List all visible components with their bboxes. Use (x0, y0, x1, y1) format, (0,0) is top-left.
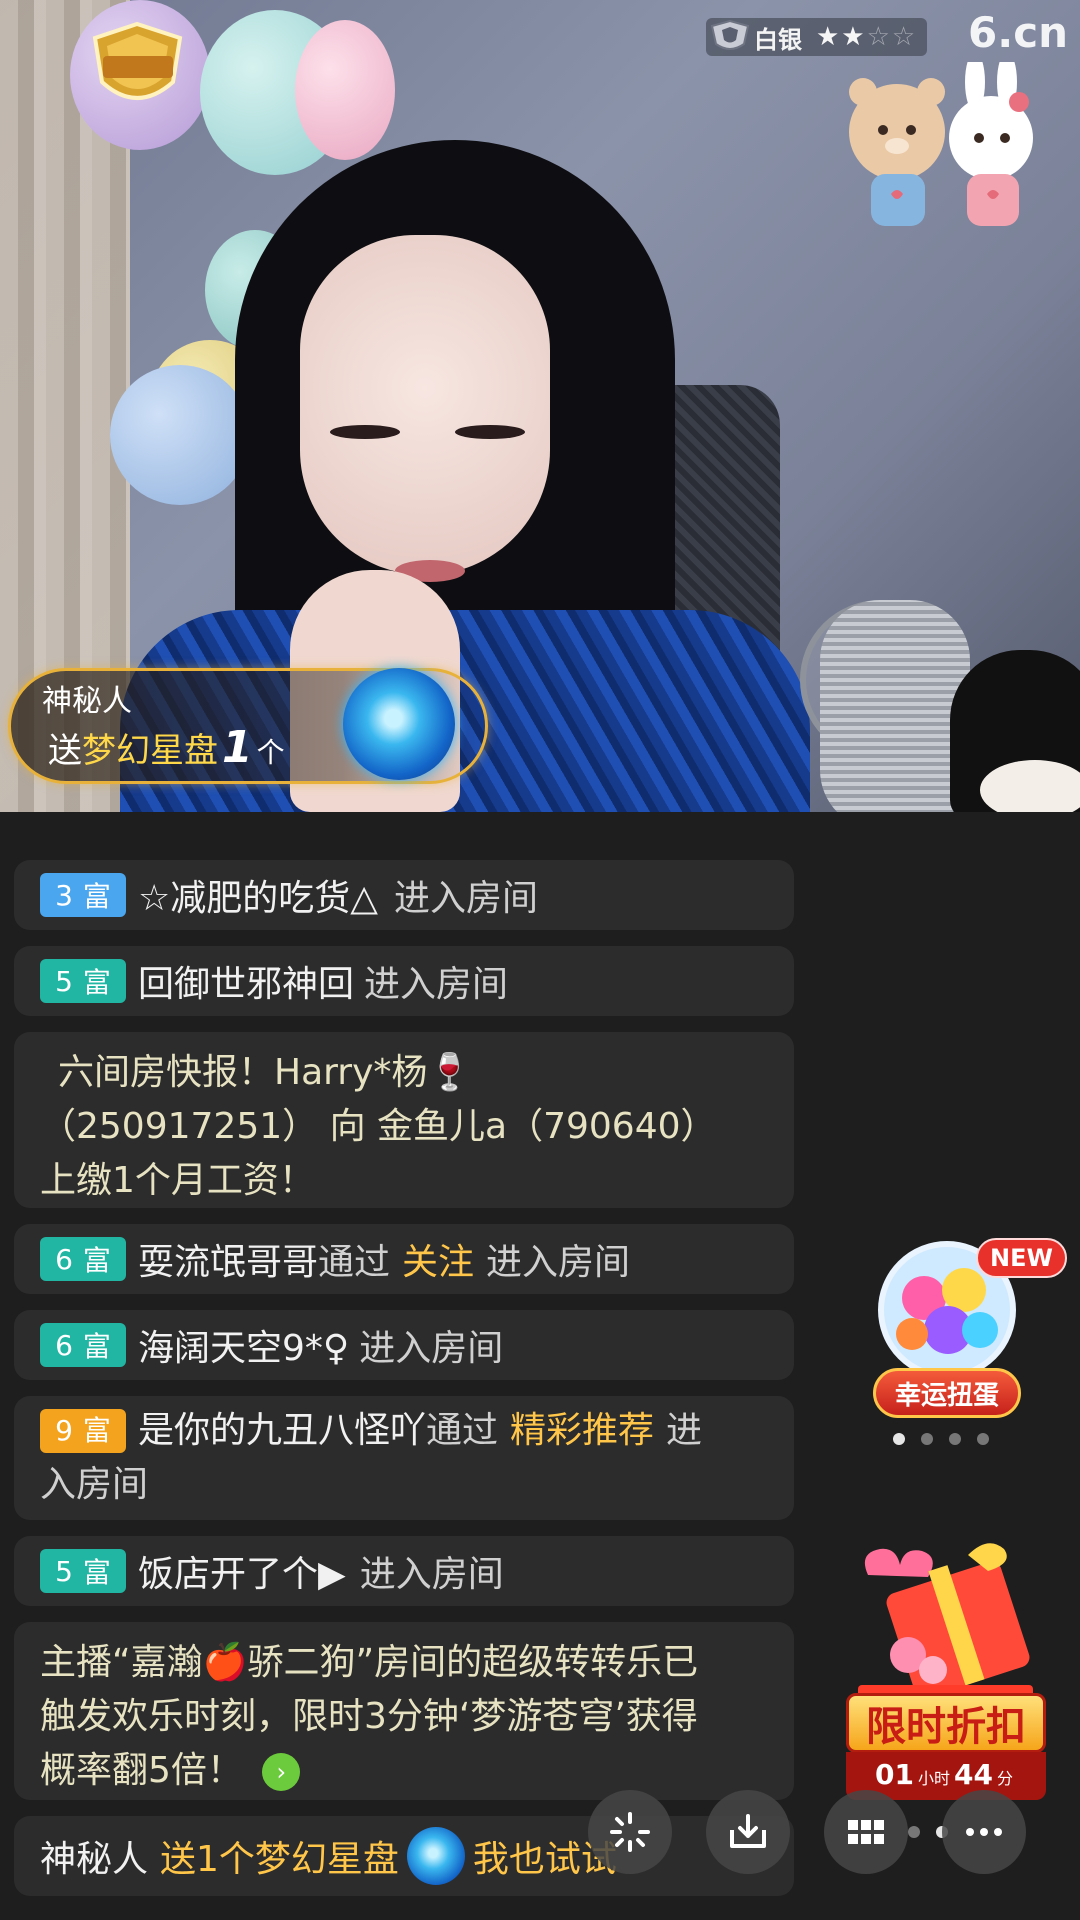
chat-username[interactable]: 回御世邪神回 (138, 955, 354, 1007)
gift-description: 送 梦幻星盘 1 个 (48, 722, 285, 773)
carousel-dot (893, 1433, 905, 1445)
announcement-line: 概率翻5倍！ (40, 1750, 243, 1791)
chat-username[interactable]: 饭店开了个▶ (138, 1545, 346, 1597)
chat-username[interactable]: ☆减肥的吃货△ (138, 869, 378, 921)
chat-message[interactable]: 5富 饭店开了个▶ 进入房间 (14, 1536, 794, 1606)
chat-action: 进入房间 (486, 1242, 631, 1283)
announcement-line: 触发欢乐时刻，限时3分钟‘梦游苍穹’获得 (40, 1696, 698, 1737)
site-logo: 6.cn (968, 8, 1068, 57)
gift-orb-icon (406, 1827, 465, 1885)
streamer-eye (455, 425, 525, 439)
countdown-minutes-unit: 分 (996, 1769, 1013, 1788)
chat-username[interactable]: 是你的九丑八怪吖 (138, 1404, 426, 1458)
wealth-level-badge[interactable]: 5富 (40, 959, 126, 1003)
countdown-hours: 01 (875, 1758, 914, 1791)
broadcast-line: 上缴1个月工资！ (40, 1160, 315, 1201)
chat-message[interactable]: 6富 海阔天空9*♀ 进入房间 (14, 1310, 794, 1380)
guard-badge-icon[interactable] (85, 20, 190, 115)
chat-source: 关注 (402, 1242, 475, 1283)
sparkle-button[interactable] (588, 1790, 672, 1874)
chat-username[interactable]: 神秘人 (40, 1830, 148, 1882)
more-button[interactable] (942, 1790, 1026, 1874)
chat-username[interactable]: 耍流氓哥哥 (138, 1233, 318, 1285)
wealth-level-badge[interactable]: 3富 (40, 873, 126, 917)
chat-message[interactable]: 9富 是你的九丑八怪吖 通过 精彩推荐 进 入房间 (14, 1396, 794, 1520)
chevron-right-icon[interactable]: › (262, 1753, 301, 1791)
gacha-label[interactable]: 幸运扭蛋 (873, 1368, 1021, 1418)
balloon (110, 365, 250, 505)
carousel-dot (949, 1433, 961, 1445)
wealth-level-badge[interactable]: 6富 (40, 1237, 126, 1281)
gift-name: 梦幻星盘 (82, 731, 218, 771)
wealth-level-badge[interactable]: 6富 (40, 1323, 126, 1367)
system-announcement[interactable]: 主播“嘉瀚🍎骄二狗”房间的超级转转乐已 触发欢乐时刻，限时3分钟‘梦游苍穹’获得… (14, 1622, 794, 1800)
chat-username[interactable]: 海阔天空9*♀ (138, 1319, 349, 1371)
streamer-face (300, 235, 550, 575)
chat-message[interactable]: 5富 回御世邪神回 进入房间 (14, 946, 794, 1016)
broadcast-message[interactable]: 六间房快报！Harry*杨🍷 （250917251） 向 金鱼儿a（790640… (14, 1032, 794, 1208)
carousel-dot (977, 1433, 989, 1445)
apps-button[interactable] (824, 1790, 908, 1874)
tier-stars: ★★ ☆☆ (816, 22, 917, 52)
sparkle-icon (610, 1812, 650, 1852)
gift-count: 1 (222, 722, 253, 773)
microphone (820, 600, 970, 812)
tier-badge: 白银 ★★ ☆☆ (706, 18, 928, 56)
gift-unit: 个 (256, 736, 285, 769)
wealth-level-badge[interactable]: 9富 (40, 1409, 126, 1453)
chat-message[interactable]: 6富 耍流氓哥哥 通过 关注 进入房间 (14, 1224, 794, 1294)
sticker-bear-rabbit-icon (849, 62, 1033, 226)
carousel-dot (921, 1433, 933, 1445)
chat-action-continued: 入房间 (40, 1464, 149, 1505)
chat-source: 精彩推荐 (510, 1410, 655, 1451)
chat-via: 通过 (318, 1242, 391, 1283)
limited-discount-title[interactable]: 限时折扣 (846, 1693, 1046, 1753)
download-icon (730, 1814, 766, 1848)
live-video[interactable]: 白银 ★★ ☆☆ 6.cn 神秘人 送 梦幻星盘 1 个 (0, 0, 1080, 812)
chat-action: 进入房间 (359, 1554, 504, 1595)
chat-message[interactable]: 3富 ☆减肥的吃货△ 进入房间 (14, 860, 794, 930)
gift-message[interactable]: 神秘人 送1个梦幻星盘 我也试试 (14, 1816, 794, 1896)
gift-text: 送1个梦幻星盘 (160, 1839, 399, 1880)
balloon (295, 20, 395, 160)
gift-prefix: 送 (48, 731, 82, 771)
chat-action: 进入房间 (393, 878, 538, 919)
grid-icon (848, 1820, 884, 1844)
streamer-eye (330, 425, 400, 439)
gift-sender: 神秘人 (42, 684, 132, 719)
gift-orb-icon (343, 668, 455, 780)
new-badge: NEW (976, 1238, 1067, 1278)
chat-action: 进 (666, 1410, 703, 1451)
chat-action: 进入房间 (364, 964, 509, 1005)
more-icon (966, 1828, 1002, 1836)
chat-via: 通过 (426, 1410, 499, 1451)
broadcast-line: 六间房快报！Harry*杨🍷 (58, 1052, 473, 1093)
countdown-hours-unit: 小时 (917, 1769, 950, 1788)
carousel-indicator (893, 1433, 989, 1445)
carousel-dot (908, 1826, 920, 1838)
broadcast-line: （250917251） 向 金鱼儿a（790640） (40, 1106, 717, 1147)
tier-label: 白银 (754, 25, 802, 54)
chat-action: 进入房间 (359, 1328, 504, 1369)
countdown-minutes: 44 (954, 1758, 993, 1791)
wealth-level-badge[interactable]: 5富 (40, 1549, 126, 1593)
star-empty: ☆☆ (866, 22, 918, 52)
star-filled: ★★ (816, 22, 867, 52)
silver-tier-icon (710, 20, 750, 50)
announcement-line: 主播“嘉瀚🍎骄二狗”房间的超级转转乐已 (40, 1642, 699, 1683)
download-button[interactable] (706, 1790, 790, 1874)
